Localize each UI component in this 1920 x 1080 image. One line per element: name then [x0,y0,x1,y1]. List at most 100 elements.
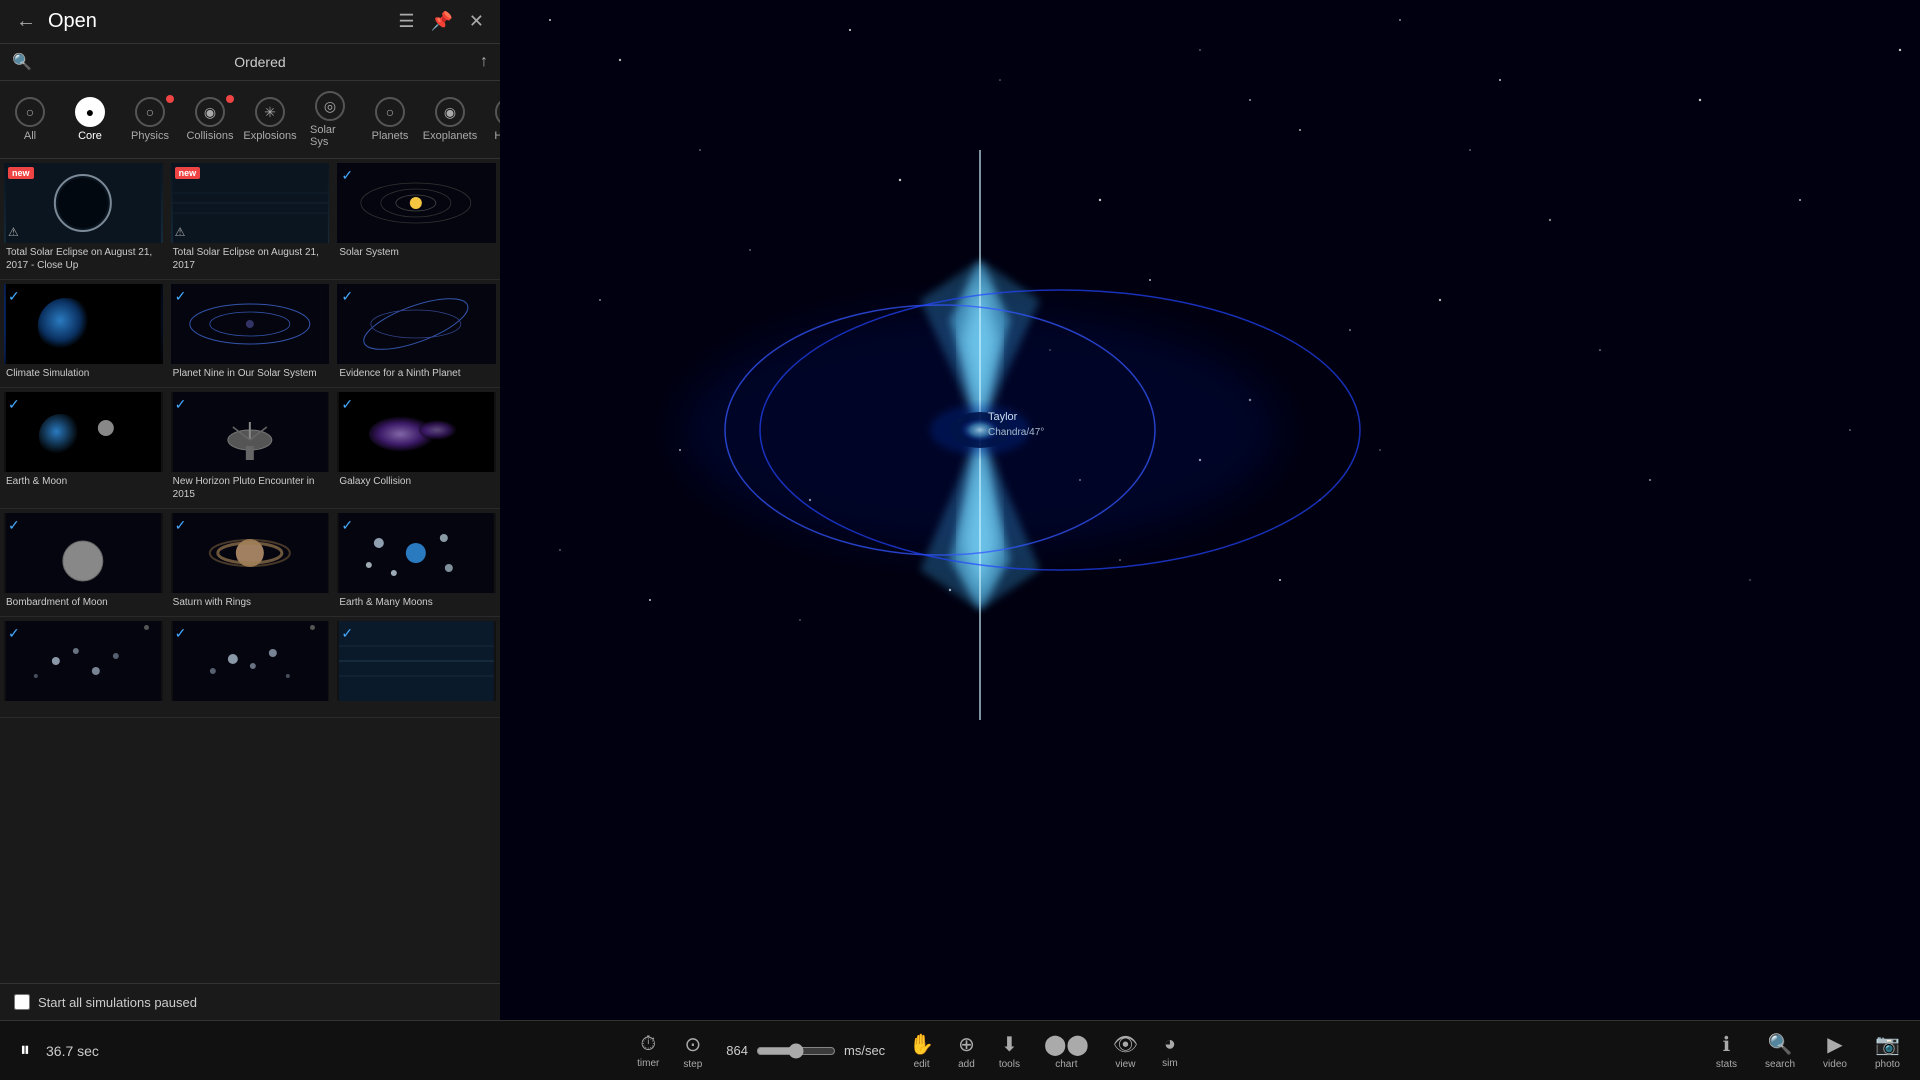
sim-card-evidence[interactable]: ✓ Evidence for a Ninth Planet [333,280,500,387]
sim-row-4: ✓ ✓ [0,617,500,718]
category-tabs: ○ All ● Core ○ Physics ◉ Collisions ✳ Ex… [0,81,500,159]
sim-title-new-horizon: New Horizon Pluto Encounter in 2015 [171,472,330,504]
sim-title-galaxy: Galaxy Collision [337,472,496,491]
sim-row-0: new ⚠ Total Solar Eclipse on August 21, … [0,159,500,280]
search-button[interactable]: 🔍 search [1765,1032,1795,1070]
sidebar-footer: Start all simulations paused [0,983,500,1020]
list-icon[interactable]: ☰ [398,11,414,32]
search-label: search [1765,1059,1795,1070]
sim-card-cluster3[interactable]: ✓ [333,617,500,717]
sim-thumb-bombardment: ✓ [4,513,163,593]
sim-card-many-moons[interactable]: ✓ Earth & Many Moons [333,509,500,616]
sim-title-evidence: Evidence for a Ninth Planet [337,364,496,383]
play-pause-button[interactable]: ⏸ [20,1039,30,1062]
tab-solar-sys-label: Solar Sys [310,124,350,148]
tab-planets-label: Planets [372,130,409,142]
add-label: add [958,1059,975,1070]
sim-card-cluster2[interactable]: ✓ [167,617,334,717]
main-area: ← Open ☰ 📌 ✕ 🔍 Ordered ↑ ○ All ● Core [0,0,1920,1020]
sim-title-solar-system: Solar System [337,243,496,262]
check-cluster2: ✓ [175,625,187,642]
sim-title-saturn: Saturn with Rings [171,593,330,612]
tab-explosions[interactable]: ✳ Explosions [240,91,300,148]
timer-label: timer [637,1058,659,1069]
chart-label: chart [1055,1059,1077,1070]
sim-card-planet9[interactable]: ✓ Planet Nine in Our Solar System [167,280,334,387]
timer-button[interactable]: ⏱ timer [637,1033,659,1069]
tab-all[interactable]: ○ All [0,91,60,148]
tab-exoplanets[interactable]: ◉ Exoplanets [420,91,480,148]
sim-card-galaxy[interactable]: ✓ Galaxy Collision [333,388,500,508]
sim-card-solar-system[interactable]: ✓ Solar System [333,159,500,279]
sim-card-eclipse[interactable]: new ⚠ Total Solar Eclipse on August 21, … [167,159,334,279]
sim-thumb-galaxy: ✓ [337,392,496,472]
tools-icon: ⬇ [1001,1032,1018,1057]
toolbar-center-group: ⏱ timer ⊙ step 864 ms/sec ✋ edit ⊕ add ⬇… [637,1032,1178,1070]
back-button[interactable]: ← [16,10,36,33]
tab-exoplanets-icon: ◉ [435,97,465,127]
header-icons: ☰ 📌 ✕ [398,11,484,32]
sim-thumb-eclipse-closeup: new ⚠ [4,163,163,243]
edit-icon: ✋ [909,1032,934,1057]
photo-icon: 📷 [1875,1032,1900,1057]
step-icon: ⊙ [684,1032,701,1057]
stats-label: stats [1716,1059,1737,1070]
start-paused-checkbox[interactable] [14,994,30,1010]
pin-icon[interactable]: 📌 [430,11,452,32]
sim-card-saturn[interactable]: ✓ Saturn with Rings [167,509,334,616]
sim-label: sim [1162,1058,1178,1069]
tab-physics-icon: ○ [135,97,165,127]
tab-core-label: Core [78,130,102,142]
add-button[interactable]: ⊕ add [958,1032,975,1070]
photo-button[interactable]: 📷 photo [1875,1032,1900,1070]
tab-physics-dot [166,95,174,103]
video-button[interactable]: ▶ video [1823,1032,1847,1070]
warning-eclipse-closeup: ⚠ [8,225,19,239]
check-many-moons: ✓ [341,517,353,534]
new-badge-eclipse: new [175,167,201,179]
video-label: video [1823,1059,1847,1070]
check-solar-system: ✓ [341,167,353,184]
tab-solar-sys-icon: ◎ [315,91,345,121]
step-button[interactable]: ⊙ step [683,1032,702,1070]
close-button[interactable]: ✕ [469,11,484,32]
sim-row-1: ✓ Climate Simulation [0,280,500,388]
sim-title-climate: Climate Simulation [4,364,163,383]
svg-text:Taylor: Taylor [988,411,1018,423]
sim-title-eclipse-closeup: Total Solar Eclipse on August 21, 2017 -… [4,243,163,275]
stats-button[interactable]: ℹ stats [1716,1032,1737,1070]
tab-collisions-label: Collisions [186,130,233,142]
sim-card-bombardment[interactable]: ✓ Bombardment of Moon [0,509,167,616]
tab-physics[interactable]: ○ Physics [120,91,180,148]
tab-solar-sys[interactable]: ◎ Solar Sys [300,85,360,154]
sim-card-cluster1[interactable]: ✓ [0,617,167,717]
sim-card-eclipse-closeup[interactable]: new ⚠ Total Solar Eclipse on August 21, … [0,159,167,279]
tab-core[interactable]: ● Core [60,91,120,148]
tab-planets[interactable]: ○ Planets [360,91,420,148]
sim-title-bombardment: Bombardment of Moon [4,593,163,612]
sim-card-climate[interactable]: ✓ Climate Simulation [0,280,167,387]
tab-histori[interactable]: ⏱ Histori [480,91,500,148]
edit-button[interactable]: ✋ edit [909,1032,934,1070]
tools-button[interactable]: ⬇ tools [999,1032,1020,1070]
sim-thumb-cluster2: ✓ [171,621,330,701]
sim-icon: ◕ [1164,1033,1176,1056]
check-galaxy: ✓ [341,396,353,413]
sim-card-earth-moon[interactable]: ✓ Earth & Moon [0,388,167,508]
sim-thumb-earth-moon: ✓ [4,392,163,472]
add-icon: ⊕ [958,1032,975,1057]
space-view: Taylor Chandra/47° [500,0,1920,1020]
sim-card-new-horizon[interactable]: ✓ New Horizon Pluto Encounter in 2015 [167,388,334,508]
chart-button[interactable]: ⬤⬤ chart [1044,1032,1089,1070]
view-button[interactable]: 👁 view [1113,1032,1138,1070]
search-icon[interactable]: 🔍 [12,52,32,72]
sim-button[interactable]: ◕ sim [1162,1033,1178,1069]
warning-eclipse: ⚠ [175,225,186,239]
speed-slider[interactable] [756,1043,836,1059]
page-title: Open [48,10,398,33]
sort-up-button[interactable]: ↑ [480,53,488,71]
thumb-climate-bg [4,284,163,364]
search-icon-tb: 🔍 [1768,1032,1793,1057]
tab-collisions[interactable]: ◉ Collisions [180,91,240,148]
sim-thumb-solar-system: ✓ [337,163,496,243]
